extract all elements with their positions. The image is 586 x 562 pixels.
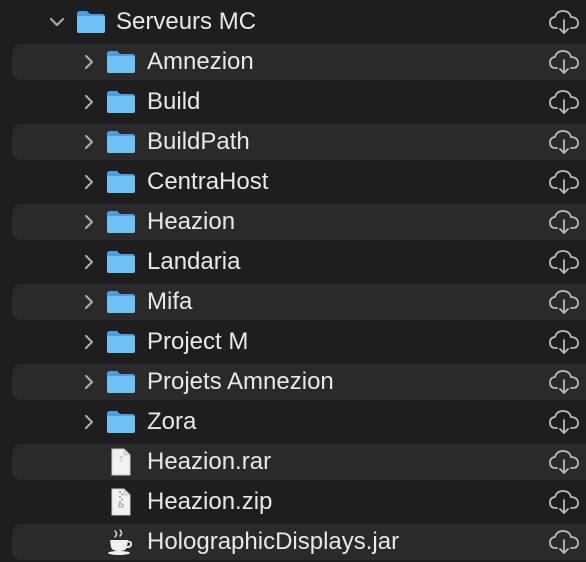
folder-row[interactable]: Amnezion bbox=[0, 42, 586, 82]
folder-row[interactable]: CentraHost bbox=[0, 162, 586, 202]
folder-icon bbox=[107, 371, 135, 393]
folder-row[interactable]: Project M bbox=[0, 322, 586, 362]
file-row[interactable]: ? Heazion.rar bbox=[0, 442, 586, 482]
folder-label: Amnezion bbox=[147, 48, 254, 75]
folder-icon bbox=[107, 331, 135, 353]
cloud-download-icon[interactable] bbox=[548, 49, 580, 75]
folder-icon bbox=[107, 291, 135, 313]
cloud-download-icon[interactable] bbox=[548, 89, 580, 115]
cloud-download-icon[interactable] bbox=[548, 289, 580, 315]
row-stripe bbox=[12, 284, 586, 320]
folder-icon bbox=[107, 411, 135, 433]
folder-row[interactable]: Build bbox=[0, 82, 586, 122]
zip-file-icon bbox=[111, 488, 131, 516]
folder-label: BuildPath bbox=[147, 128, 250, 155]
folder-label: Serveurs MC bbox=[116, 8, 257, 35]
folder-label: Mifa bbox=[147, 288, 193, 315]
cloud-download-icon[interactable] bbox=[548, 449, 580, 475]
file-label: HolographicDisplays.jar bbox=[147, 528, 400, 555]
folder-label: Build bbox=[147, 88, 201, 115]
folder-label: CentraHost bbox=[147, 168, 269, 195]
folder-row[interactable]: Projets Amnezion bbox=[0, 362, 586, 402]
rar-file-icon: ? bbox=[111, 448, 131, 476]
row-stripe bbox=[12, 44, 586, 80]
chevron-right-icon[interactable] bbox=[80, 93, 98, 111]
folder-icon bbox=[77, 11, 105, 33]
cloud-download-icon[interactable] bbox=[548, 489, 580, 515]
row-stripe bbox=[12, 444, 586, 480]
chevron-right-icon[interactable] bbox=[80, 53, 98, 71]
folder-row[interactable]: BuildPath bbox=[0, 122, 586, 162]
folder-icon bbox=[107, 171, 135, 193]
folder-icon bbox=[107, 251, 135, 273]
chevron-right-icon[interactable] bbox=[80, 333, 98, 351]
cloud-download-icon[interactable] bbox=[548, 329, 580, 355]
svg-text:?: ? bbox=[119, 455, 123, 464]
folder-row[interactable]: Mifa bbox=[0, 282, 586, 322]
file-label: Heazion.rar bbox=[147, 448, 272, 475]
cloud-download-icon[interactable] bbox=[548, 169, 580, 195]
chevron-right-icon[interactable] bbox=[80, 213, 98, 231]
folder-icon bbox=[107, 91, 135, 113]
java-coffee-icon bbox=[108, 529, 133, 555]
cloud-download-icon[interactable] bbox=[548, 369, 580, 395]
cloud-download-icon[interactable] bbox=[548, 249, 580, 275]
file-row[interactable]: Heazion.zip bbox=[0, 482, 586, 522]
cloud-download-icon[interactable] bbox=[548, 409, 580, 435]
file-row[interactable]: HolographicDisplays.jar bbox=[0, 522, 586, 562]
chevron-right-icon[interactable] bbox=[80, 293, 98, 311]
cloud-download-icon[interactable] bbox=[548, 9, 580, 35]
folder-label: Landaria bbox=[147, 248, 241, 275]
chevron-right-icon[interactable] bbox=[80, 413, 98, 431]
row-stripe bbox=[12, 204, 586, 240]
chevron-right-icon[interactable] bbox=[80, 253, 98, 271]
cloud-download-icon[interactable] bbox=[548, 529, 580, 555]
folder-label: Zora bbox=[147, 408, 197, 435]
folder-icon bbox=[107, 211, 135, 233]
chevron-right-icon[interactable] bbox=[80, 373, 98, 391]
chevron-right-icon[interactable] bbox=[80, 133, 98, 151]
folder-label: Heazion bbox=[147, 208, 236, 235]
folder-label: Projets Amnezion bbox=[147, 368, 334, 395]
folder-icon bbox=[107, 51, 135, 73]
folder-row[interactable]: Landaria bbox=[0, 242, 586, 282]
folder-row[interactable]: Zora bbox=[0, 402, 586, 442]
cloud-download-icon[interactable] bbox=[548, 209, 580, 235]
folder-row[interactable]: Heazion bbox=[0, 202, 586, 242]
row-stripe bbox=[12, 124, 586, 160]
folder-icon bbox=[107, 131, 135, 153]
chevron-down-icon[interactable] bbox=[48, 13, 66, 31]
chevron-right-icon[interactable] bbox=[80, 173, 98, 191]
cloud-download-icon[interactable] bbox=[548, 129, 580, 155]
folder-row-serveurs-mc[interactable]: Serveurs MC bbox=[0, 2, 586, 42]
file-list: Serveurs MC Amnezion Build BuildPath Centra… bbox=[0, 0, 586, 560]
folder-label: Project M bbox=[147, 328, 249, 355]
file-label: Heazion.zip bbox=[147, 488, 273, 515]
